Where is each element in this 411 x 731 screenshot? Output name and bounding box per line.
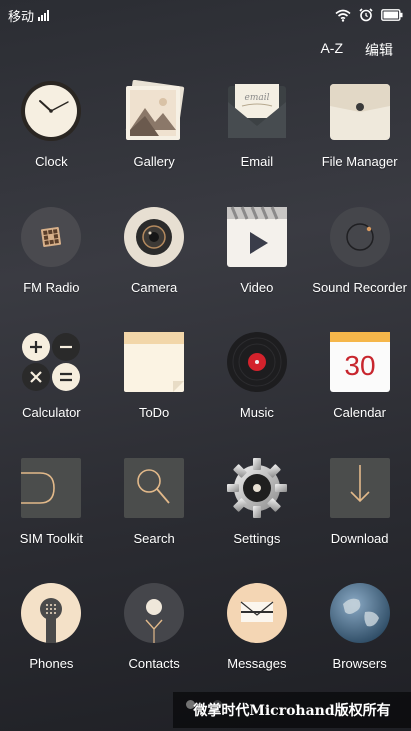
app-label: Email <box>240 154 274 169</box>
calendar-icon: 30 <box>329 331 391 393</box>
status-left: 移动 <box>8 6 50 25</box>
app-label: Clock <box>35 154 68 169</box>
svg-text:email: email <box>244 93 269 103</box>
app-todo[interactable]: ToDo <box>103 331 206 457</box>
app-gallery[interactable]: Gallery <box>103 80 206 206</box>
calendar-date-badge: 30 <box>344 350 375 381</box>
app-phones[interactable]: Phones <box>0 582 103 708</box>
app-settings[interactable]: Settings <box>206 457 309 583</box>
app-email[interactable]: email Email <box>206 80 309 206</box>
app-label: File Manager <box>321 154 398 169</box>
app-search[interactable]: Search <box>103 457 206 583</box>
app-label: Download <box>330 530 389 546</box>
app-label: Browsers <box>332 656 387 672</box>
app-sound-recorder[interactable]: Sound Recorder <box>308 206 411 332</box>
carrier-label: 移动 <box>8 8 35 24</box>
app-label: Phones <box>29 656 74 672</box>
phone-icon <box>20 582 82 644</box>
app-label: Contacts <box>128 656 180 672</box>
messages-icon <box>226 582 288 644</box>
app-label: Sound Recorder <box>312 279 407 295</box>
battery-icon <box>381 9 403 21</box>
app-label: Calendar <box>333 405 386 421</box>
sound-recorder-icon <box>329 206 391 268</box>
search-icon <box>123 457 185 519</box>
app-label: ToDo <box>138 405 170 421</box>
app-video[interactable]: Video <box>206 206 309 332</box>
contacts-icon <box>123 582 185 644</box>
status-right <box>335 8 403 22</box>
file-manager-icon <box>329 80 391 142</box>
app-calculator[interactable]: Calculator <box>0 331 103 457</box>
sort-az-button[interactable]: A-Z <box>320 40 343 60</box>
app-download[interactable]: Download <box>308 457 411 583</box>
app-label: Search <box>133 530 175 546</box>
watermark: 微掌时代Microhand版权所有 <box>173 692 411 728</box>
app-sim-toolkit[interactable]: SIM Toolkit <box>0 457 103 583</box>
app-clock[interactable]: Clock <box>0 80 103 206</box>
download-icon <box>329 457 391 519</box>
clock-icon <box>20 80 82 142</box>
app-fm-radio[interactable]: FM Radio <box>0 206 103 332</box>
app-file-manager[interactable]: File Manager <box>308 80 411 206</box>
music-icon <box>226 331 288 393</box>
wifi-icon <box>335 9 351 22</box>
fm-radio-icon <box>20 206 82 268</box>
top-actions: A-Z 编辑 <box>320 40 393 60</box>
settings-icon <box>226 457 288 519</box>
signal-icon <box>38 9 50 21</box>
app-label: Settings <box>233 530 281 546</box>
email-icon: email <box>226 80 288 142</box>
browser-icon <box>329 582 391 644</box>
calculator-icon <box>20 331 82 393</box>
app-grid: Clock Gallery email Email File Manager F… <box>0 80 411 708</box>
app-label: Messages <box>227 656 287 672</box>
app-contacts[interactable]: Contacts <box>103 582 206 708</box>
app-camera[interactable]: Camera <box>103 206 206 332</box>
alarm-icon <box>359 8 373 22</box>
todo-icon <box>123 331 185 393</box>
app-label: Gallery <box>133 154 175 169</box>
gallery-icon <box>123 80 185 142</box>
app-messages[interactable]: Messages <box>206 582 309 708</box>
camera-icon <box>123 206 185 268</box>
status-bar: 移动 <box>0 0 411 30</box>
app-label: Calculator <box>22 405 81 421</box>
app-label: SIM Toolkit <box>19 530 84 546</box>
app-label: FM Radio <box>23 279 80 295</box>
edit-button[interactable]: 编辑 <box>365 40 393 60</box>
app-calendar[interactable]: 30 Calendar <box>308 331 411 457</box>
app-browsers[interactable]: Browsers <box>308 582 411 708</box>
sim-toolkit-icon <box>20 457 82 519</box>
app-music[interactable]: Music <box>206 331 309 457</box>
app-label: Video <box>240 279 274 295</box>
app-label: Music <box>239 405 274 421</box>
app-label: Camera <box>131 279 178 295</box>
video-icon <box>226 206 288 268</box>
